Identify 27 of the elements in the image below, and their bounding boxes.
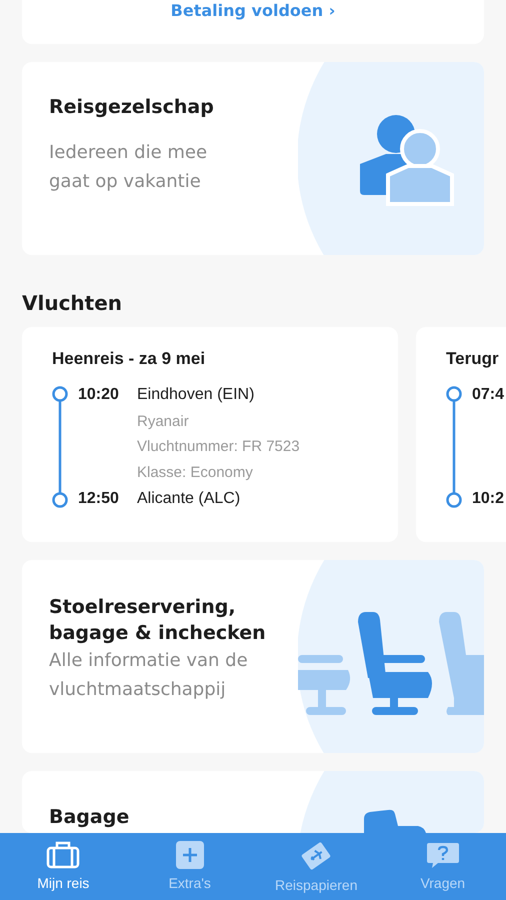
flight-card[interactable]: Heenreis - za 9 mei 10:20 Eindhoven (EIN) Ryanair Vluchtnummer: FR 7523 Klasse: Economy 12:50 Alicante (ALC) [22, 327, 398, 542]
suitcase-icon [46, 841, 80, 869]
card-title: Bagage [49, 805, 130, 830]
flight-title: Terugr [446, 349, 500, 369]
section-title: Vluchten [22, 291, 124, 315]
arrival-time: 10:2 [472, 489, 506, 509]
card-title: Stoelreservering, bagage & inchecken [49, 595, 267, 646]
departure-airport: Eindhoven (EIN) [137, 385, 254, 405]
travel-party-card[interactable]: Reisgezelschap Iedereen die mee gaat op vakantie [22, 62, 484, 255]
departure-time: 07:4 [472, 385, 506, 405]
flight-detail: Klasse: Economy [137, 462, 254, 483]
seat-baggage-card[interactable]: Stoelreservering, bagage & inchecken Alle informatie van de vluchtmaatschappij [22, 560, 484, 753]
plus-icon [176, 841, 204, 869]
arrival-time: 12:50 [78, 489, 120, 509]
flight-detail: Vluchtnummer: FR 7523 [137, 437, 300, 458]
flight-detail: Ryanair [137, 412, 190, 432]
baggage-card[interactable]: Bagage [22, 771, 484, 833]
question-icon [426, 841, 460, 869]
arrival-airport: Alicante (ALC) [137, 489, 240, 509]
card-title: Reisgezelschap [49, 95, 215, 120]
timeline-icon [52, 384, 68, 510]
card-description: Alle informatie van de vluchtmaatschappij [49, 649, 249, 702]
timeline-icon [446, 384, 462, 510]
departure-time: 10:20 [78, 385, 120, 405]
card-description: Iedereen die mee gaat op vakantie [49, 141, 208, 194]
flight-card[interactable]: Terugr 07:4 10:2 [416, 327, 506, 542]
flight-title: Heenreis - za 9 mei [52, 349, 206, 369]
